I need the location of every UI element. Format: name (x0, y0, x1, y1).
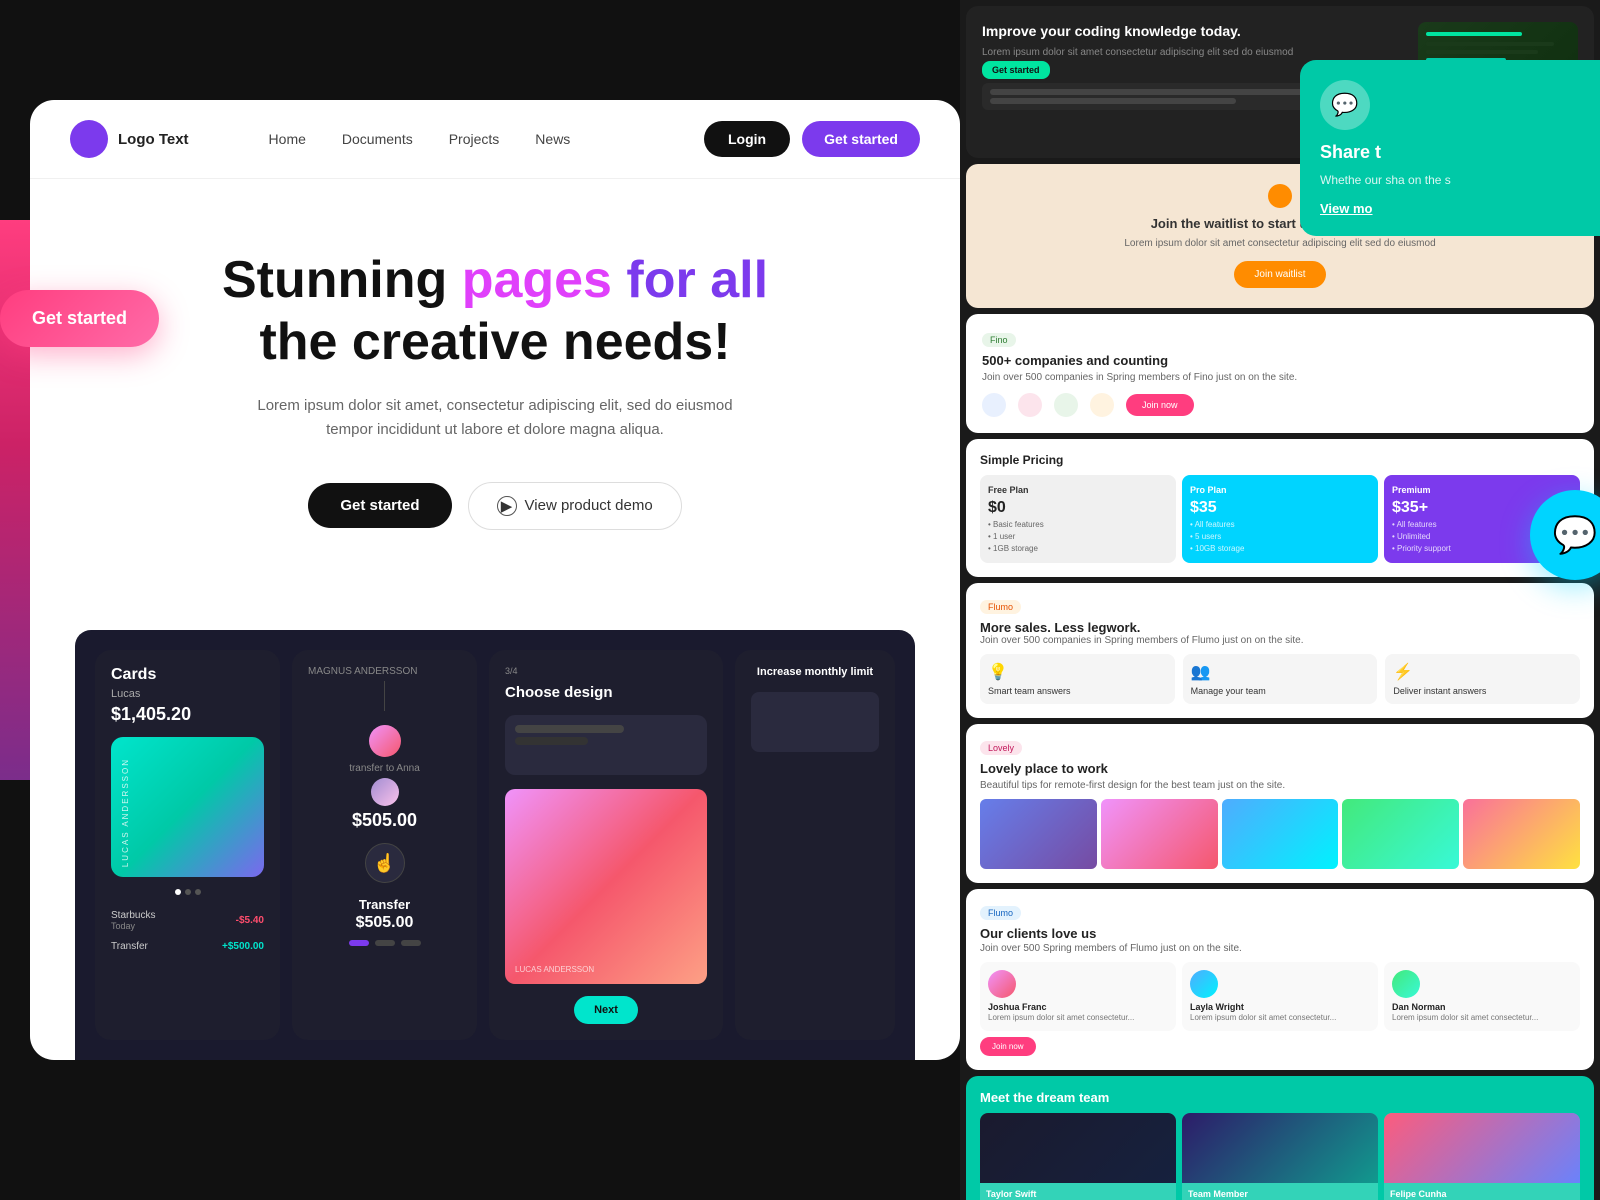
sales-section: Flumo More sales. Less legwork. Join ove… (966, 583, 1594, 718)
sdot-3 (401, 940, 421, 946)
price-free: Free Plan $0 • Basic features • 1 user •… (980, 475, 1176, 563)
card-indicator (111, 889, 264, 895)
next-button[interactable]: Next (574, 996, 638, 1024)
company-icon-4 (1090, 393, 1114, 417)
main-card: Logo Text Home Documents Projects News L… (30, 100, 960, 1060)
testimonials-badge: Flumo (980, 906, 1021, 920)
companies-join-button[interactable]: Join now (1126, 394, 1194, 416)
pricing-grid: Free Plan $0 • Basic features • 1 user •… (980, 475, 1580, 563)
tx-name-1: Starbucks Today (111, 910, 155, 931)
feature-2: 👥 Manage your team (1183, 654, 1378, 704)
workplace-images (980, 799, 1580, 869)
nav-link-projects[interactable]: Projects (449, 131, 500, 147)
testimonial-avatar-1 (988, 970, 1016, 998)
right-panel: Improve your coding knowledge today. Lor… (960, 0, 1600, 1200)
hero-buttons: Get started ▶ View product demo (90, 482, 900, 530)
nav-link-documents[interactable]: Documents (342, 131, 413, 147)
nav-links: Home Documents Projects News (269, 131, 571, 147)
panel-choose-design: 3/4 Choose design LUCAS ANDERSSON Next (489, 650, 723, 1040)
logo-area: Logo Text (70, 120, 189, 158)
design-option-dark[interactable] (505, 715, 707, 775)
card-visual: LUCAS ANDERSSON (111, 737, 264, 877)
testimonials-grid: Joshua Franc Lorem ipsum dolor sit amet … (980, 962, 1580, 1031)
workplace-section: Lovely Lovely place to work Beautiful ti… (966, 724, 1594, 883)
testimonial-1: Joshua Franc Lorem ipsum dolor sit amet … (980, 962, 1176, 1031)
testimonial-3: Dan Norman Lorem ipsum dolor sit amet co… (1384, 962, 1580, 1031)
logo-text: Logo Text (118, 131, 189, 148)
sdot-2 (375, 940, 395, 946)
workplace-img-2 (1101, 799, 1218, 869)
navbar: Logo Text Home Documents Projects News L… (30, 100, 960, 179)
panel-increase: Increase monthly limit (735, 650, 895, 1040)
hero-section: Stunning pages for all the creative need… (30, 179, 960, 570)
dot-3 (195, 889, 201, 895)
workplace-img-3 (1222, 799, 1339, 869)
testimonial-2: Layla Wright Lorem ipsum dolor sit amet … (1182, 962, 1378, 1031)
team-member-2: Team Member Developer (1182, 1113, 1378, 1200)
sales-features: 💡 Smart team answers 👥 Manage your team … (980, 654, 1580, 704)
transaction-list: Starbucks Today -$5.40 Transfer +$500.00 (111, 905, 264, 957)
design-option-gradient[interactable]: LUCAS ANDERSSON (505, 789, 707, 984)
workplace-img-4 (1342, 799, 1459, 869)
waitlist-button[interactable]: Join waitlist (1234, 261, 1325, 288)
team-img-1 (980, 1113, 1176, 1183)
left-get-started-button[interactable]: Get started (0, 290, 159, 347)
team-img-3 (1384, 1113, 1580, 1183)
price-pro: Pro Plan $35 • All features • 5 users • … (1182, 475, 1378, 563)
fingerprint-button[interactable]: ☝ (365, 843, 405, 883)
team-img-2 (1182, 1113, 1378, 1183)
team-section: Meet the dream team Taylor Swift Designe… (966, 1076, 1594, 1200)
team-member-3: Felipe Cunha Manager (1384, 1113, 1580, 1200)
share-panel: 💬 Share t Whethe our sha on the s View m… (1300, 60, 1600, 236)
logo-icon (70, 120, 108, 158)
dot-2 (185, 889, 191, 895)
workplace-img-5 (1463, 799, 1580, 869)
company-icon-3 (1054, 393, 1078, 417)
team-grid: Taylor Swift Designer Team Member Develo… (980, 1113, 1580, 1200)
tx-item-1: Starbucks Today -$5.40 (111, 905, 264, 936)
panel-cards: Cards Lucas $1,405.20 LUCAS ANDERSSON St… (95, 650, 280, 1040)
hero-subtitle: Lorem ipsum dolor sit amet, consectetur … (245, 394, 745, 442)
pricing-section: Simple Pricing Free Plan $0 • Basic feat… (966, 439, 1594, 577)
companies-badge: Fino (982, 333, 1016, 347)
recipient-avatar (371, 778, 399, 806)
play-icon: ▶ (497, 496, 517, 516)
company-icon-2 (1018, 393, 1042, 417)
hero-get-started-button[interactable]: Get started (308, 483, 451, 528)
sales-badge: Flumo (980, 600, 1021, 614)
hero-title: Stunning pages for all the creative need… (90, 249, 900, 374)
testimonial-avatar-2 (1190, 970, 1218, 998)
companies-section: Fino 500+ companies and counting Join ov… (966, 314, 1594, 433)
dashboard-preview: Cards Lucas $1,405.20 LUCAS ANDERSSON St… (75, 630, 915, 1060)
feature-1: 💡 Smart team answers (980, 654, 1175, 704)
share-icon-circle: 💬 (1320, 80, 1370, 130)
company-icon-1 (982, 393, 1006, 417)
feature-3: ⚡ Deliver instant answers (1385, 654, 1580, 704)
sdot-1 (349, 940, 369, 946)
step-dots (349, 940, 421, 946)
tx-item-2: Transfer +$500.00 (111, 936, 264, 957)
transfer-avatar (369, 725, 401, 757)
workplace-badge: Lovely (980, 741, 1022, 755)
nav-link-news[interactable]: News (535, 131, 570, 147)
login-button[interactable]: Login (704, 121, 790, 157)
panel-transfer: MAGNUS ANDERSSON transfer to Anna $505.0… (292, 650, 477, 1040)
testimonials-join-button[interactable]: Join now (980, 1037, 1036, 1056)
nav-link-home[interactable]: Home (269, 131, 306, 147)
view-more-link[interactable]: View mo (1320, 201, 1580, 216)
testimonial-avatar-3 (1392, 970, 1420, 998)
dot-1 (175, 889, 181, 895)
team-member-1: Taylor Swift Designer (980, 1113, 1176, 1200)
company-icons: Join now (982, 393, 1578, 417)
get-started-nav-button[interactable]: Get started (802, 121, 920, 157)
workplace-img-1 (980, 799, 1097, 869)
nav-actions: Login Get started (704, 121, 920, 157)
coding-get-started-button[interactable]: Get started (982, 61, 1050, 79)
hero-demo-button[interactable]: ▶ View product demo (468, 482, 682, 530)
testimonials-section: Flumo Our clients love us Join over 500 … (966, 889, 1594, 1070)
